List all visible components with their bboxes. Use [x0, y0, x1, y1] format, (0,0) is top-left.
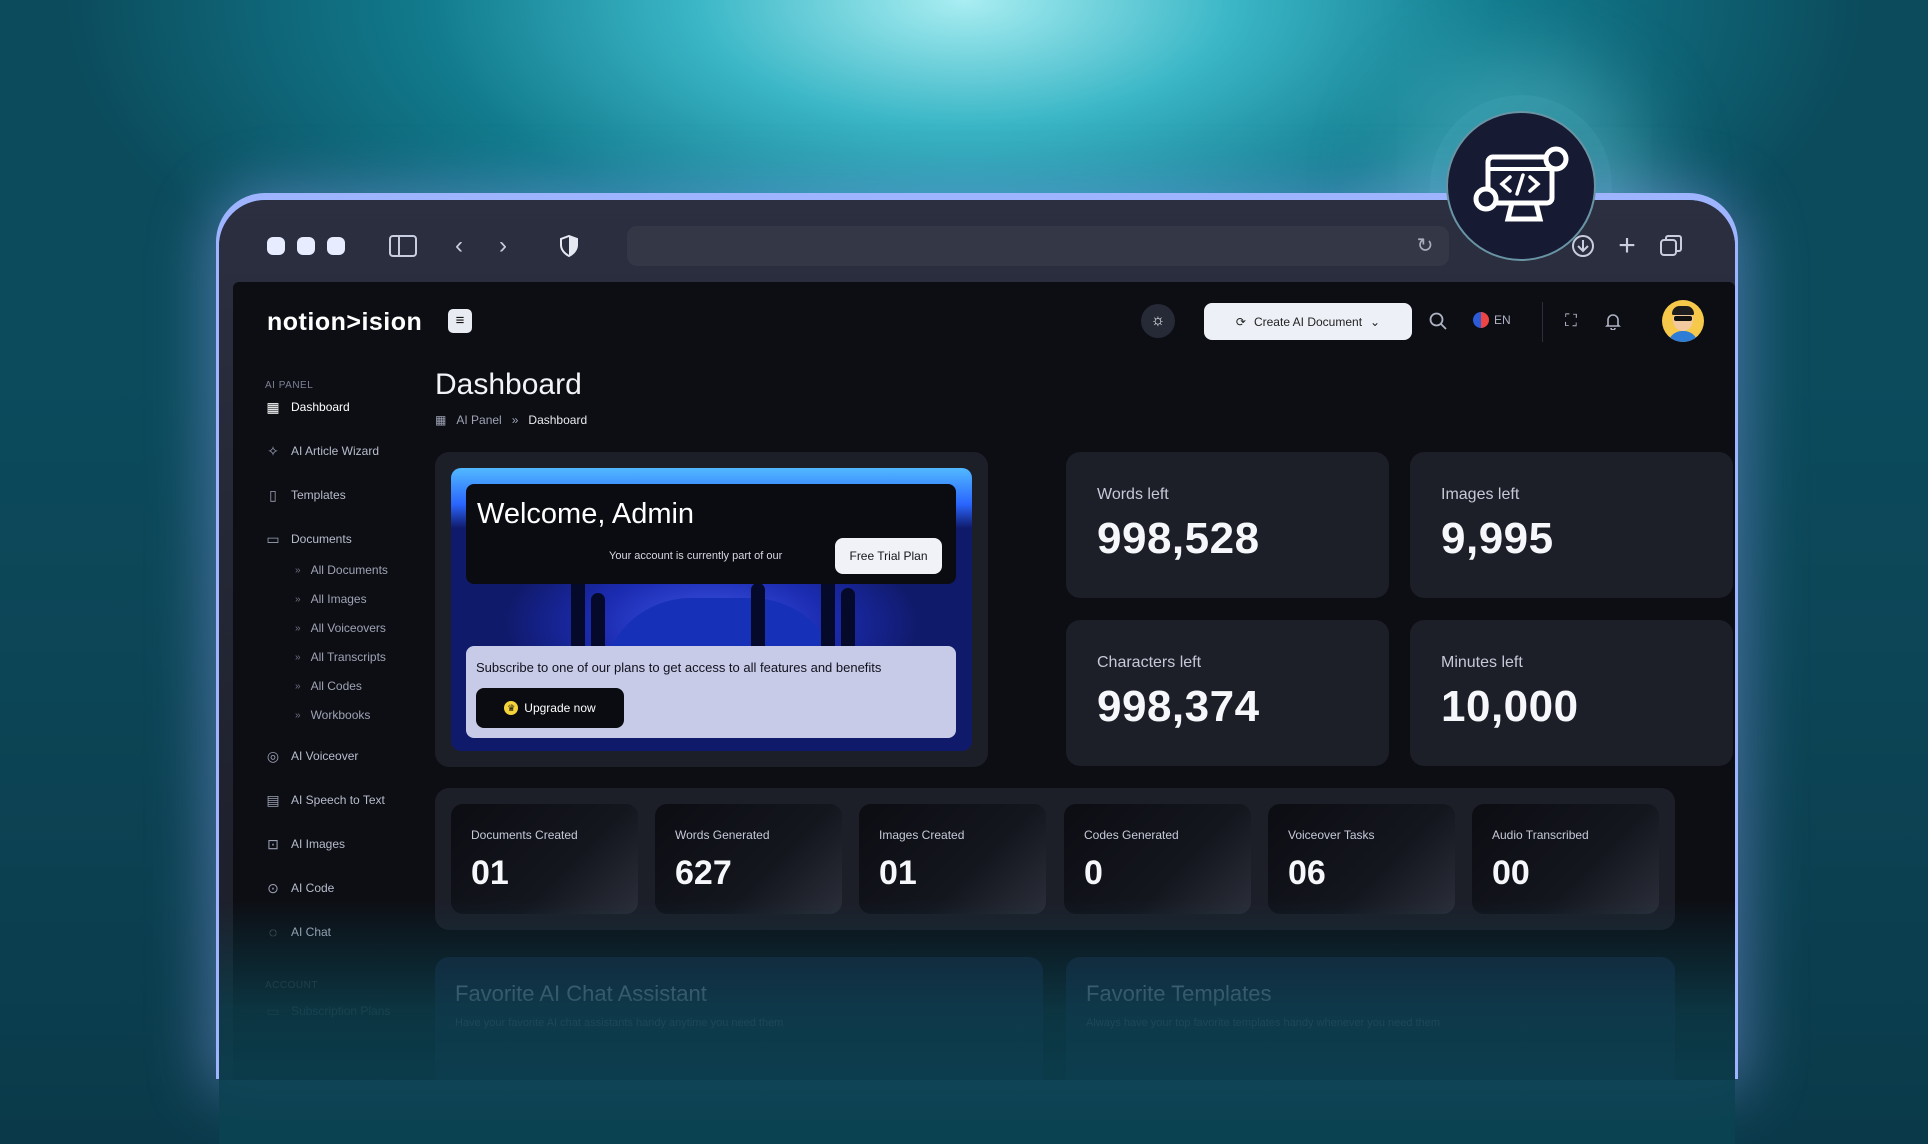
double-chevron-icon: »	[295, 709, 301, 721]
count-words-generated: Words Generated 627	[655, 804, 842, 914]
double-chevron-icon: »	[511, 413, 519, 427]
stat-images-left: Images left 9,995	[1410, 452, 1733, 598]
welcome-plan-text: Your account is currently part of our	[609, 550, 783, 562]
breadcrumb: ▦ AI Panel » Dashboard	[435, 413, 587, 427]
fullscreen-icon[interactable]: ⛶	[1557, 307, 1585, 335]
sidebar-heading-account: ACCOUNT	[265, 980, 318, 991]
menu-toggle-button[interactable]: ≡	[448, 309, 472, 333]
window-maximize-dot[interactable]	[327, 237, 345, 255]
sidebar-heading-ai-panel: AI PANEL	[265, 380, 314, 391]
template-icon: ▯	[269, 486, 277, 503]
sidebar-subitem-all-voiceovers[interactable]: » All Voiceovers	[295, 619, 386, 637]
double-chevron-icon: »	[295, 593, 301, 605]
user-avatar[interactable]	[1662, 300, 1704, 342]
sidebar-item-documents[interactable]: ▭ Documents	[265, 528, 351, 550]
url-bar[interactable]: ↻	[627, 226, 1449, 266]
double-chevron-icon: »	[295, 622, 301, 634]
forward-arrow-icon[interactable]: ›	[487, 230, 519, 262]
count-codes-generated: Codes Generated 0	[1064, 804, 1251, 914]
image-icon: ⊡	[267, 835, 279, 852]
window-minimize-dot[interactable]	[297, 237, 315, 255]
favorite-chat-assistant-card: Favorite AI Chat Assistant Have your fav…	[435, 957, 1043, 1080]
sidebar-subitem-all-images[interactable]: » All Images	[295, 590, 367, 608]
sidebar-item-speech-to-text[interactable]: ▤ AI Speech to Text	[265, 789, 384, 811]
sidebar-subitem-all-codes[interactable]: » All Codes	[295, 677, 362, 695]
grid-icon: ▦	[435, 413, 447, 427]
file-audio-icon: ▤	[266, 791, 280, 808]
sidebar-item-subscription-plans[interactable]: ▭ Subscription Plans	[265, 1000, 390, 1022]
chevron-down-icon: ⌄	[1370, 314, 1381, 329]
tabs-icon[interactable]	[1655, 230, 1687, 262]
sidebar-item-article-wizard[interactable]: ✧ AI Article Wizard	[265, 440, 379, 462]
card-icon: ▭	[266, 1002, 280, 1019]
language-label: EN	[1494, 313, 1511, 327]
sidebar-item-templates[interactable]: ▯ Templates	[265, 484, 346, 506]
create-ai-document-label: Create AI Document	[1253, 314, 1363, 329]
double-chevron-icon: »	[295, 680, 301, 692]
welcome-title: Welcome, Admin	[477, 498, 695, 530]
double-chevron-icon: »	[295, 651, 301, 663]
magic-icon: ⟳	[1235, 314, 1246, 329]
search-icon[interactable]	[1424, 307, 1452, 335]
language-selector[interactable]: EN	[1473, 312, 1511, 328]
us-flag-icon	[1473, 312, 1489, 328]
folder-icon: ▭	[266, 530, 280, 547]
subscribe-text: Subscribe to one of our plans to get acc…	[476, 660, 882, 675]
chat-icon: ◌	[268, 924, 278, 940]
app-logo[interactable]: notion>ision	[267, 308, 422, 337]
subscribe-box: Subscribe to one of our plans to get acc…	[466, 646, 956, 738]
count-documents-created: Documents Created 01	[451, 804, 638, 914]
double-chevron-icon: »	[295, 564, 301, 576]
count-audio-transcribed: Audio Transcribed 00	[1472, 804, 1659, 914]
page-title: Dashboard	[435, 368, 582, 401]
free-trial-plan-button[interactable]: Free Trial Plan	[835, 538, 942, 574]
refresh-icon[interactable]: ↻	[1413, 234, 1437, 258]
rocket-icon: ✧	[267, 442, 279, 459]
welcome-card: Welcome, Admin Your account is currently…	[435, 452, 988, 767]
sidebar-item-voiceover[interactable]: ◎ AI Voiceover	[265, 745, 358, 767]
window-close-dot[interactable]	[267, 237, 285, 255]
sidebar-toggle-icon[interactable]	[387, 230, 419, 262]
sidebar-subitem-all-transcripts[interactable]: » All Transcripts	[295, 648, 386, 666]
breadcrumb-ai-panel[interactable]: AI Panel	[456, 413, 501, 427]
count-images-created: Images Created 01	[859, 804, 1046, 914]
welcome-message-box: Welcome, Admin Your account is currently…	[466, 484, 956, 584]
stat-words-left: Words left 998,528	[1066, 452, 1389, 598]
create-ai-document-button[interactable]: ⟳ Create AI Document ⌄	[1204, 303, 1412, 340]
sidebar-item-chat[interactable]: ◌ AI Chat	[265, 921, 331, 943]
browser-window: ‹ › ↻ + notion>ision ≡ ☼ ⟳ Create AI Doc…	[219, 200, 1735, 1080]
back-arrow-icon[interactable]: ‹	[443, 230, 475, 262]
bell-icon[interactable]	[1599, 307, 1627, 335]
shield-icon[interactable]	[553, 230, 585, 262]
topbar-divider	[1542, 302, 1543, 342]
stat-minutes-left: Minutes left 10,000	[1410, 620, 1733, 766]
plus-icon[interactable]: +	[1611, 230, 1643, 262]
stat-characters-left: Characters left 998,374	[1066, 620, 1389, 766]
sidebar-item-dashboard[interactable]: ▦ Dashboard	[265, 396, 349, 418]
welcome-illustration: Welcome, Admin Your account is currently…	[451, 468, 972, 751]
grid-icon: ▦	[266, 398, 280, 415]
code-icon: ⊙	[267, 879, 279, 896]
sidebar-item-code[interactable]: ⊙ AI Code	[265, 877, 334, 899]
sidebar-subitem-workbooks[interactable]: » Workbooks	[295, 706, 370, 724]
sidebar-subitem-all-documents[interactable]: » All Documents	[295, 561, 388, 579]
breadcrumb-dashboard: Dashboard	[528, 413, 588, 427]
usage-counts-panel: Documents Created 01 Words Generated 627…	[435, 788, 1675, 930]
app-container: notion>ision ≡ ☼ ⟳ Create AI Document ⌄ …	[233, 282, 1735, 1080]
sidebar-item-images[interactable]: ⊡ AI Images	[265, 833, 345, 855]
count-voiceover-tasks: Voiceover Tasks 06	[1268, 804, 1455, 914]
theme-toggle-icon[interactable]: ☼	[1141, 304, 1175, 338]
favorite-templates-card: Favorite Templates Always have your top …	[1066, 957, 1675, 1080]
crown-icon: ♛	[504, 701, 519, 715]
code-settings-badge-icon	[1446, 111, 1596, 261]
voice-icon: ◎	[266, 747, 280, 764]
upgrade-now-button[interactable]: ♛ Upgrade now	[476, 688, 624, 728]
